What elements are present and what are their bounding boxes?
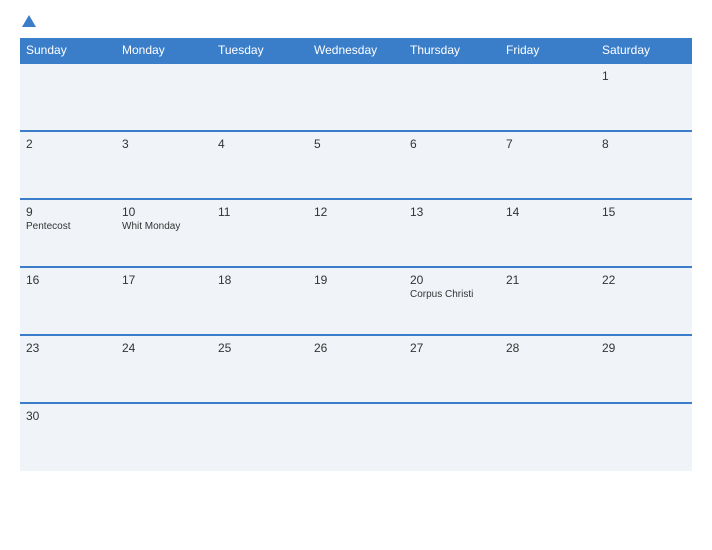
calendar-table: SundayMondayTuesdayWednesdayThursdayFrid… (20, 38, 692, 471)
calendar-cell: 27 (404, 335, 500, 403)
day-number: 15 (602, 205, 686, 219)
holiday-label: Whit Monday (122, 221, 206, 232)
calendar-cell (500, 403, 596, 471)
day-number: 25 (218, 341, 302, 355)
weekday-header-thursday: Thursday (404, 38, 500, 63)
weekday-header-tuesday: Tuesday (212, 38, 308, 63)
week-row-2: 2345678 (20, 131, 692, 199)
calendar-cell: 22 (596, 267, 692, 335)
calendar-cell: 26 (308, 335, 404, 403)
calendar-cell: 6 (404, 131, 500, 199)
holiday-label: Pentecost (26, 221, 110, 232)
calendar-cell: 19 (308, 267, 404, 335)
day-number: 27 (410, 341, 494, 355)
calendar-cell: 28 (500, 335, 596, 403)
week-row-4: 16 17 18 19 20 Corpus Christi 21 22 (20, 267, 692, 335)
calendar-cell (212, 403, 308, 471)
calendar-cell: 11 (212, 199, 308, 267)
day-number: 17 (122, 273, 206, 287)
calendar-cell: 14 (500, 199, 596, 267)
calendar-cell (116, 63, 212, 131)
calendar-cell: 4 (212, 131, 308, 199)
day-number: 12 (314, 205, 398, 219)
week-row-3: 9 Pentecost 10 Whit Monday 11 12 13 14 15 (20, 199, 692, 267)
day-number: 5 (314, 137, 398, 151)
calendar-cell: 25 (212, 335, 308, 403)
day-number: 23 (26, 341, 110, 355)
calendar-cell: 29 (596, 335, 692, 403)
day-number: 4 (218, 137, 302, 151)
calendar-cell: 24 (116, 335, 212, 403)
day-number: 2 (26, 137, 110, 151)
day-number: 26 (314, 341, 398, 355)
calendar-cell: 13 (404, 199, 500, 267)
calendar-cell (404, 63, 500, 131)
calendar-cell (308, 63, 404, 131)
calendar-cell: 16 (20, 267, 116, 335)
calendar-cell (596, 403, 692, 471)
day-number: 30 (26, 409, 110, 423)
day-number: 13 (410, 205, 494, 219)
day-number: 9 (26, 205, 110, 219)
day-number: 10 (122, 205, 206, 219)
weekday-header-sunday: Sunday (20, 38, 116, 63)
calendar-cell: 23 (20, 335, 116, 403)
weekday-header-row: SundayMondayTuesdayWednesdayThursdayFrid… (20, 38, 692, 63)
day-number: 7 (506, 137, 590, 151)
day-number: 11 (218, 205, 302, 219)
day-number: 19 (314, 273, 398, 287)
logo-triangle-icon (22, 15, 36, 27)
calendar-cell: 9 Pentecost (20, 199, 116, 267)
day-number: 21 (506, 273, 590, 287)
holiday-label: Corpus Christi (410, 289, 494, 300)
calendar-cell: 7 (500, 131, 596, 199)
calendar-cell (404, 403, 500, 471)
week-row-1: 1 (20, 63, 692, 131)
logo (20, 15, 36, 28)
calendar-cell: 21 (500, 267, 596, 335)
calendar-cell: 30 (20, 403, 116, 471)
calendar-cell: 12 (308, 199, 404, 267)
day-number: 16 (26, 273, 110, 287)
calendar-cell: 17 (116, 267, 212, 335)
calendar-cell: 1 (596, 63, 692, 131)
day-number: 8 (602, 137, 686, 151)
calendar-cell (116, 403, 212, 471)
week-row-6: 30 (20, 403, 692, 471)
day-number: 1 (602, 69, 686, 83)
calendar-cell (212, 63, 308, 131)
calendar-cell: 3 (116, 131, 212, 199)
weekday-header-monday: Monday (116, 38, 212, 63)
calendar-page: SundayMondayTuesdayWednesdayThursdayFrid… (0, 0, 712, 550)
calendar-cell: 20 Corpus Christi (404, 267, 500, 335)
week-row-5: 23 24 25 26 27 28 29 (20, 335, 692, 403)
day-number: 24 (122, 341, 206, 355)
calendar-cell: 18 (212, 267, 308, 335)
calendar-cell: 15 (596, 199, 692, 267)
day-number: 28 (506, 341, 590, 355)
day-number: 29 (602, 341, 686, 355)
calendar-cell: 5 (308, 131, 404, 199)
day-number: 20 (410, 273, 494, 287)
day-number: 14 (506, 205, 590, 219)
day-number: 18 (218, 273, 302, 287)
calendar-cell (500, 63, 596, 131)
day-number: 3 (122, 137, 206, 151)
calendar-cell: 8 (596, 131, 692, 199)
weekday-header-saturday: Saturday (596, 38, 692, 63)
day-number: 22 (602, 273, 686, 287)
calendar-cell (308, 403, 404, 471)
weekday-header-wednesday: Wednesday (308, 38, 404, 63)
calendar-cell: 2 (20, 131, 116, 199)
day-number: 6 (410, 137, 494, 151)
header (20, 15, 692, 28)
weekday-header-friday: Friday (500, 38, 596, 63)
calendar-cell: 10 Whit Monday (116, 199, 212, 267)
calendar-cell (20, 63, 116, 131)
